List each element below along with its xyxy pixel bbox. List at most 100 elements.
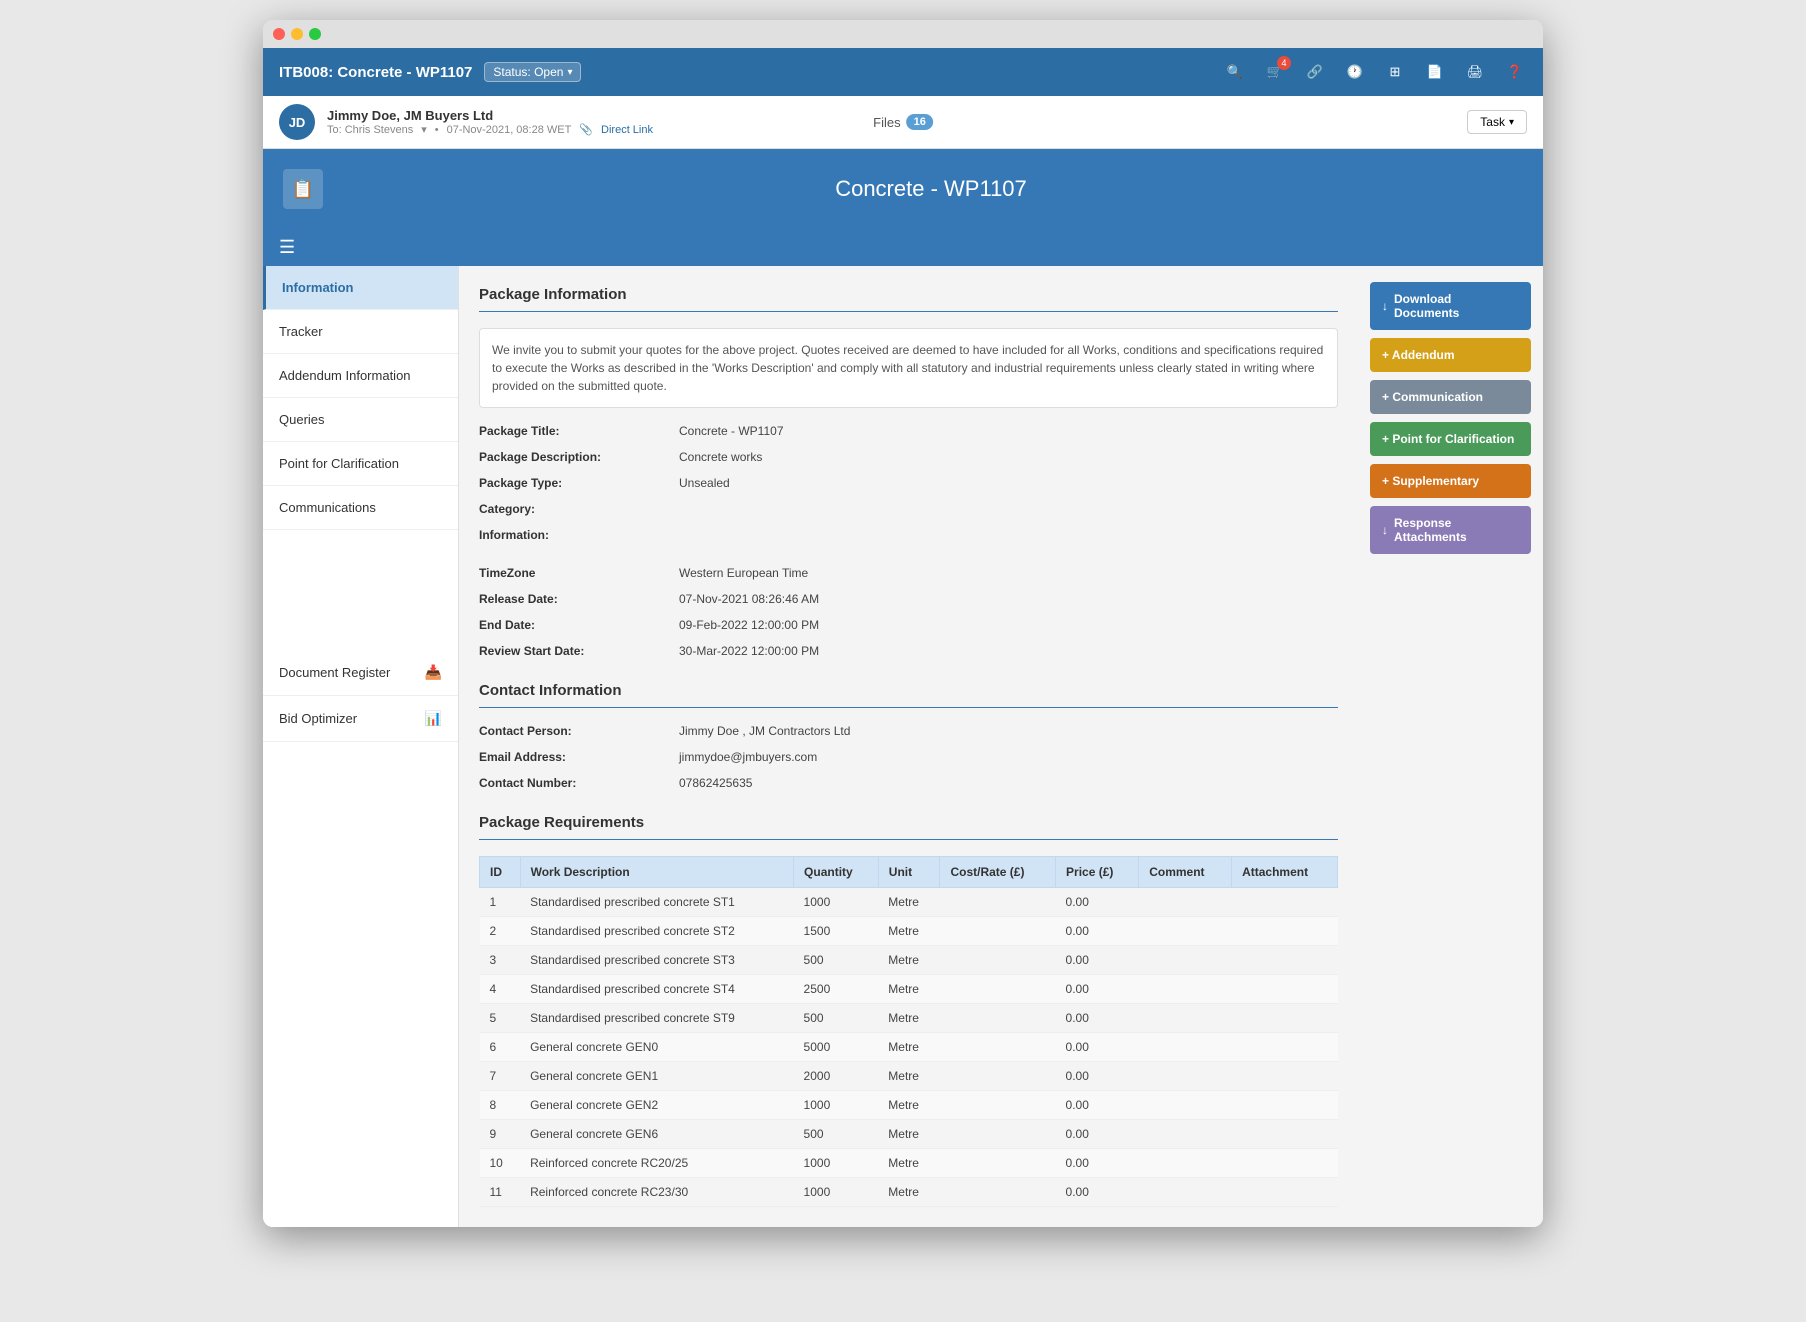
cell-desc: Reinforced concrete RC23/30 [520,1178,793,1207]
cell-unit: Metre [878,1033,940,1062]
package-title-row: Package Title: Concrete - WP1107 [479,424,1338,438]
clarification-button[interactable]: + Point for Clarification [1370,422,1531,456]
package-information-row: Information: [479,528,1338,542]
col-unit: Unit [878,857,940,888]
cell-desc: Standardised prescribed concrete ST1 [520,888,793,917]
date-field: 07-Nov-2021, 08:28 WET [447,124,572,136]
cell-attachment [1232,1091,1338,1120]
cell-attachment [1232,888,1338,917]
cell-id: 8 [480,1091,521,1120]
contact-phone-row: Contact Number: 07862425635 [479,776,1338,790]
cell-comment [1139,1120,1232,1149]
cart-icon[interactable]: 🛒 4 [1263,60,1287,84]
sidebar-item-clarification[interactable]: Point for Clarification [263,442,458,486]
cell-qty: 2500 [794,975,879,1004]
cell-comment [1139,888,1232,917]
sidebar-item-bid-optimizer[interactable]: Bid Optimizer 📊 [263,696,458,742]
table-row: 10 Reinforced concrete RC20/25 1000 Metr… [480,1149,1338,1178]
direct-link[interactable]: Direct Link [601,124,653,136]
main-content: Package Information We invite you to sub… [459,266,1358,1227]
sidebar-item-addendum[interactable]: Addendum Information [263,354,458,398]
cell-id: 11 [480,1178,521,1207]
cell-qty: 1500 [794,917,879,946]
response-attachments-button[interactable]: ↓ Response Attachments [1370,506,1531,554]
col-qty: Quantity [794,857,879,888]
nav-icons: 🔍 🛒 4 🔗 🕐 ⊞ 📄 🖨 ❓ [1223,60,1527,84]
sidebar-item-queries[interactable]: Queries [263,398,458,442]
maximize-button[interactable] [309,28,321,40]
close-button[interactable] [273,28,285,40]
sidebar-item-tracker[interactable]: Tracker [263,310,458,354]
cell-price: 0.00 [1056,1062,1139,1091]
document-icon[interactable]: 📄 [1423,60,1447,84]
cell-unit: Metre [878,975,940,1004]
cell-price: 0.00 [1056,888,1139,917]
clock-icon[interactable]: 🕐 [1343,60,1367,84]
package-timezone-row: TimeZone Western European Time [479,566,1338,580]
table-row: 1 Standardised prescribed concrete ST1 1… [480,888,1338,917]
cell-id: 2 [480,917,521,946]
cell-comment [1139,1062,1232,1091]
cell-qty: 500 [794,1120,879,1149]
supplementary-button[interactable]: + Supplementary [1370,464,1531,498]
search-icon[interactable]: 🔍 [1223,60,1247,84]
question-icon[interactable]: ❓ [1503,60,1527,84]
cell-attachment [1232,1033,1338,1062]
sidebar-item-information[interactable]: Information [263,266,458,310]
package-end-row: End Date: 09-Feb-2022 12:00:00 PM [479,618,1338,632]
cell-attachment [1232,917,1338,946]
cell-unit: Metre [878,1004,940,1033]
cell-cost [940,946,1056,975]
cell-cost [940,888,1056,917]
cell-qty: 2000 [794,1062,879,1091]
files-label: Files [873,115,900,130]
cell-price: 0.00 [1056,1004,1139,1033]
cell-cost [940,1149,1056,1178]
cell-cost [940,917,1056,946]
package-icon: 📋 [283,169,323,209]
sidebar-item-communications[interactable]: Communications [263,486,458,530]
cell-unit: Metre [878,917,940,946]
print-icon[interactable]: 🖨 [1463,60,1487,84]
status-badge[interactable]: Status: Open ▾ [484,62,581,82]
minimize-button[interactable] [291,28,303,40]
link-icon[interactable]: 🔗 [1303,60,1327,84]
cell-cost [940,975,1056,1004]
grid-icon[interactable]: ⊞ [1383,60,1407,84]
cell-comment [1139,946,1232,975]
cell-desc: Standardised prescribed concrete ST9 [520,1004,793,1033]
cell-desc: Standardised prescribed concrete ST3 [520,946,793,975]
bid-optimizer-icon: 📊 [425,710,442,727]
document-register-icon: 📥 [425,664,442,681]
cell-cost [940,1091,1056,1120]
cell-attachment [1232,1178,1338,1207]
cell-desc: General concrete GEN1 [520,1062,793,1091]
cell-id: 10 [480,1149,521,1178]
package-release-row: Release Date: 07-Nov-2021 08:26:46 AM [479,592,1338,606]
table-row: 8 General concrete GEN2 1000 Metre 0.00 [480,1091,1338,1120]
cell-comment [1139,1178,1232,1207]
sidebar-item-document-register[interactable]: Document Register 📥 [263,650,458,696]
cell-qty: 500 [794,1004,879,1033]
download-documents-button[interactable]: ↓ Download Documents [1370,282,1531,330]
sidebar: Information Tracker Addendum Information… [263,266,459,1227]
cell-qty: 1000 [794,888,879,917]
communication-button[interactable]: + Communication [1370,380,1531,414]
addendum-button[interactable]: + Addendum [1370,338,1531,372]
package-description-box: We invite you to submit your quotes for … [479,328,1338,408]
cell-price: 0.00 [1056,1149,1139,1178]
separator: • [435,124,439,136]
cell-price: 0.00 [1056,1033,1139,1062]
files-badge: Files 16 [873,114,933,130]
col-attachment: Attachment [1232,857,1338,888]
task-button[interactable]: Task ▾ [1467,110,1527,134]
contact-email-row: Email Address: jimmydoe@jmbuyers.com [479,750,1338,764]
cell-desc: Standardised prescribed concrete ST4 [520,975,793,1004]
hamburger-icon[interactable]: ☰ [279,237,295,258]
cell-comment [1139,1004,1232,1033]
cell-qty: 1000 [794,1149,879,1178]
cell-desc: General concrete GEN0 [520,1033,793,1062]
cell-qty: 1000 [794,1178,879,1207]
table-row: 11 Reinforced concrete RC23/30 1000 Metr… [480,1178,1338,1207]
cell-id: 6 [480,1033,521,1062]
